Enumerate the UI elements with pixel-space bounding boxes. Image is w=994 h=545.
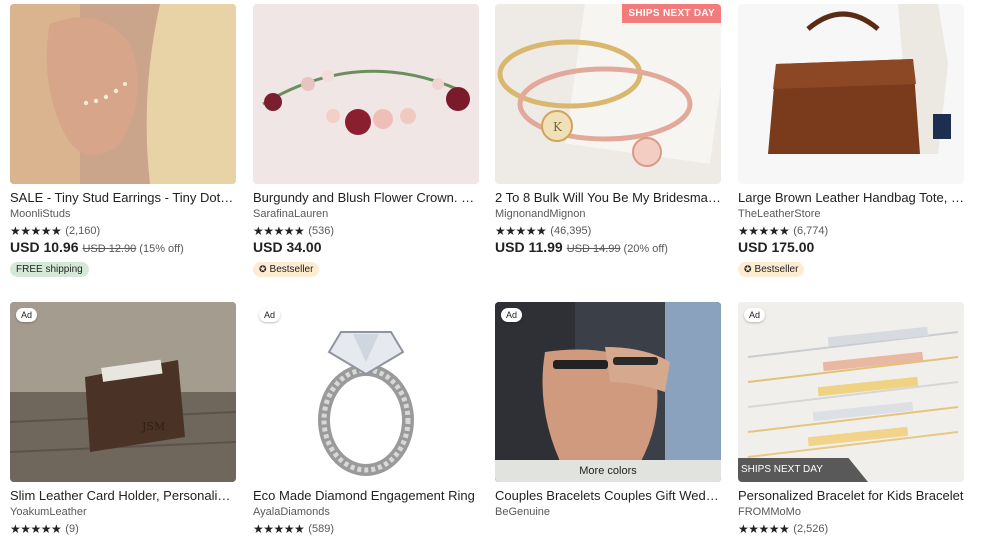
listing-image[interactable] bbox=[10, 4, 236, 184]
listing-image[interactable] bbox=[738, 4, 964, 184]
star-icon: ★★★★★ bbox=[10, 521, 62, 536]
listing-card[interactable]: Ad More colors Couples Bracelets Couples… bbox=[495, 302, 721, 520]
review-count: (2,160) bbox=[65, 224, 101, 237]
discount: (15% off) bbox=[139, 243, 184, 255]
bestseller-badge: ✪ Bestseller bbox=[253, 262, 320, 277]
original-price: USD 14.99 bbox=[566, 243, 621, 255]
rating: ★★★★★ (2,526) bbox=[738, 520, 964, 537]
price-row: USD 11.99 USD 14.99 (20% off) bbox=[495, 239, 721, 259]
listing-image[interactable]: JSM Ad bbox=[10, 302, 236, 482]
ad-label: Ad bbox=[744, 308, 766, 322]
bestseller-badge: ✪ Bestseller bbox=[738, 262, 805, 277]
price-row: USD 175.00 bbox=[738, 239, 964, 259]
badge-label: Bestseller bbox=[754, 264, 799, 275]
listing-image[interactable] bbox=[253, 4, 479, 184]
listing-image[interactable]: Ad bbox=[253, 302, 479, 482]
award-icon: ✪ bbox=[744, 264, 752, 274]
svg-text:JSM: JSM bbox=[141, 420, 165, 433]
review-count: (589) bbox=[308, 522, 334, 535]
star-icon: ★★★★★ bbox=[495, 223, 547, 238]
star-icon: ★★★★★ bbox=[738, 223, 790, 238]
rating: ★★★★★ (6,774) bbox=[738, 222, 964, 239]
rating: ★★★★★ (2,160) bbox=[10, 222, 236, 239]
shop-name[interactable]: BeGenuine bbox=[495, 505, 721, 520]
listing-title[interactable]: Slim Leather Card Holder, Personalized W… bbox=[10, 487, 236, 505]
star-icon: ★★★★★ bbox=[253, 223, 305, 238]
shop-name[interactable]: AyalaDiamonds bbox=[253, 505, 479, 520]
price: USD 11.99 bbox=[495, 239, 563, 255]
award-icon: ✪ bbox=[259, 264, 267, 274]
shop-name[interactable]: MignonandMignon bbox=[495, 207, 721, 222]
ad-label: Ad bbox=[501, 308, 523, 322]
listing-title[interactable]: Burgundy and Blush Flower Crown. Bridal bbox=[253, 189, 479, 207]
listing-card[interactable]: SALE - Tiny Stud Earrings - Tiny Dot Ear… bbox=[10, 4, 236, 277]
price: USD 175.00 bbox=[738, 239, 815, 255]
review-count: (2,526) bbox=[793, 522, 829, 535]
shop-name[interactable]: TheLeatherStore bbox=[738, 207, 964, 222]
price-row: USD 10.96 USD 12.90 (15% off) bbox=[10, 239, 236, 259]
star-icon: ★★★★★ bbox=[10, 223, 62, 238]
svg-text:K: K bbox=[553, 120, 563, 134]
listing-title[interactable]: Couples Bracelets Couples Gift Wedding bbox=[495, 487, 721, 505]
price-row: USD 34.00 bbox=[253, 239, 479, 259]
listing-image[interactable]: Ad SHIPS NEXT DAY bbox=[738, 302, 964, 482]
review-count: (9) bbox=[65, 522, 79, 535]
listing-card[interactable]: JSM Ad Slim Leather Card Holder, Persona… bbox=[10, 302, 236, 537]
free-shipping-badge: FREE shipping bbox=[10, 262, 89, 277]
star-icon: ★★★★★ bbox=[253, 521, 305, 536]
ships-next-day-tag: SHIPS NEXT DAY bbox=[622, 4, 721, 23]
review-count: (6,774) bbox=[793, 224, 829, 237]
rating: ★★★★★ (589) bbox=[253, 520, 479, 537]
ships-next-day-tag: SHIPS NEXT DAY bbox=[738, 458, 868, 482]
badge-label: Bestseller bbox=[269, 264, 314, 275]
listing-title[interactable]: SALE - Tiny Stud Earrings - Tiny Dot Ear… bbox=[10, 189, 236, 207]
listing-image[interactable]: K SHIPS NEXT DAY bbox=[495, 4, 721, 184]
ad-label: Ad bbox=[259, 308, 281, 322]
ad-label: Ad bbox=[16, 308, 38, 322]
listing-title[interactable]: 2 To 8 Bulk Will You Be My Bridesmaid Br… bbox=[495, 189, 721, 207]
shop-name[interactable]: MoonliStuds bbox=[10, 207, 236, 222]
shop-name[interactable]: SarafinaLauren bbox=[253, 207, 479, 222]
listing-card[interactable]: Burgundy and Blush Flower Crown. Bridal … bbox=[253, 4, 479, 277]
listing-card[interactable]: K SHIPS NEXT DAY 2 To 8 Bulk Will You Be… bbox=[495, 4, 721, 259]
listing-card[interactable]: Large Brown Leather Handbag Tote, Leathe… bbox=[738, 4, 964, 277]
price: USD 10.96 bbox=[10, 239, 79, 255]
shop-name[interactable]: FROMMoMo bbox=[738, 505, 964, 520]
listing-card[interactable]: Ad Eco Made Diamond Engagement Ring Ayal… bbox=[253, 302, 479, 537]
discount: (20% off) bbox=[623, 243, 668, 255]
listing-title[interactable]: Large Brown Leather Handbag Tote, Leathe… bbox=[738, 189, 964, 207]
original-price: USD 12.90 bbox=[82, 243, 137, 255]
shop-name[interactable]: YoakumLeather bbox=[10, 505, 236, 520]
listing-title[interactable]: Eco Made Diamond Engagement Ring bbox=[253, 487, 479, 505]
rating: ★★★★★ (536) bbox=[253, 222, 479, 239]
listing-title[interactable]: Personalized Bracelet for Kids Bracelet bbox=[738, 487, 964, 505]
review-count: (46,395) bbox=[550, 224, 592, 237]
rating: ★★★★★ (46,395) bbox=[495, 222, 721, 239]
more-colors-overlay[interactable]: More colors bbox=[495, 460, 721, 482]
rating: ★★★★★ (9) bbox=[10, 520, 236, 537]
star-icon: ★★★★★ bbox=[738, 521, 790, 536]
listing-card[interactable]: Ad SHIPS NEXT DAY Personalized Bracelet … bbox=[738, 302, 964, 537]
review-count: (536) bbox=[308, 224, 334, 237]
price: USD 34.00 bbox=[253, 239, 322, 255]
listing-image[interactable]: Ad More colors bbox=[495, 302, 721, 482]
